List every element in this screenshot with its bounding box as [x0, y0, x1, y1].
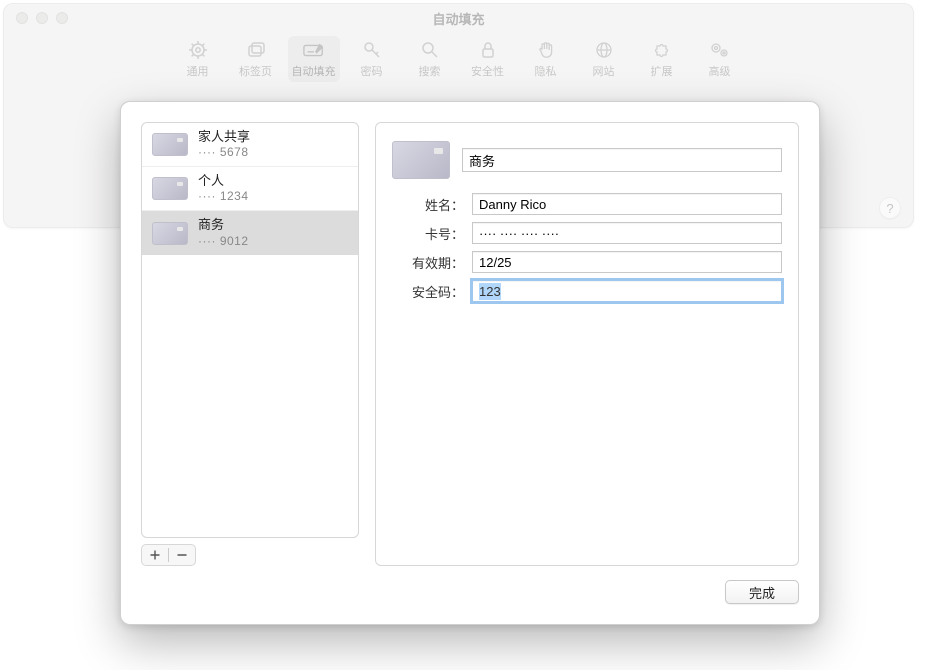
card-list-item[interactable]: 商务 ···· 9012 [142, 211, 358, 255]
autofill-icon [303, 39, 325, 61]
puzzle-icon [651, 39, 673, 61]
card-name: 个人 [198, 173, 249, 189]
card-thumbnail-icon [152, 222, 188, 245]
hand-icon [535, 39, 557, 61]
gear-icon [187, 39, 209, 61]
add-card-button[interactable] [142, 545, 168, 565]
toolbar-label: 高级 [709, 63, 731, 79]
toolbar-item-passwords[interactable]: 密码 [346, 36, 398, 82]
name-label: 姓名： [392, 195, 472, 214]
toolbar-item-autofill[interactable]: 自动填充 [288, 36, 340, 82]
card-list-item[interactable]: 家人共享 ···· 5678 [142, 123, 358, 167]
search-icon [419, 39, 441, 61]
toolbar-label: 密码 [361, 63, 383, 79]
toolbar-item-general[interactable]: 通用 [172, 36, 224, 82]
security-code-input[interactable]: 123 [472, 280, 782, 302]
toolbar-label: 标签页 [239, 63, 272, 79]
globe-icon [593, 39, 615, 61]
expiry-label: 有效期： [392, 253, 472, 272]
toolbar-label: 隐私 [535, 63, 557, 79]
toolbar-item-search[interactable]: 搜索 [404, 36, 456, 82]
card-last4: ···· 5678 [198, 145, 250, 160]
lock-icon [477, 39, 499, 61]
card-description-input[interactable] [462, 148, 782, 172]
card-name: 家人共享 [198, 129, 250, 145]
card-detail-pane: 姓名： 卡号： 有效期： 安全码： 123 [375, 122, 799, 566]
titlebar: 自动填充 [4, 4, 913, 32]
window-title: 自动填充 [4, 9, 913, 28]
toolbar-label: 扩展 [651, 63, 673, 79]
card-thumbnail-icon [152, 133, 188, 156]
cardholder-name-input[interactable] [472, 193, 782, 215]
card-number-input[interactable] [472, 222, 782, 244]
minus-icon [176, 549, 188, 561]
card-last4: ···· 1234 [198, 189, 249, 204]
card-name: 商务 [198, 217, 249, 233]
tabs-icon [245, 39, 267, 61]
done-button[interactable]: 完成 [725, 580, 799, 604]
expiry-input[interactable] [472, 251, 782, 273]
toolbar-item-advanced[interactable]: 高级 [694, 36, 746, 82]
gears-icon [709, 39, 731, 61]
toolbar-item-privacy[interactable]: 隐私 [520, 36, 572, 82]
card-list-item[interactable]: 个人 ···· 1234 [142, 167, 358, 211]
card-thumbnail-large-icon [392, 141, 450, 179]
help-button[interactable]: ? [879, 197, 901, 219]
card-last4: ···· 9012 [198, 234, 249, 249]
remove-card-button[interactable] [169, 545, 195, 565]
toolbar-label: 网站 [593, 63, 615, 79]
toolbar-label: 安全性 [471, 63, 504, 79]
security-code-value: 123 [479, 283, 501, 300]
toolbar-item-websites[interactable]: 网站 [578, 36, 630, 82]
credit-cards-sheet: 家人共享 ···· 5678 个人 ···· 1234 商务 ···· 90 [120, 101, 820, 625]
toolbar-item-extensions[interactable]: 扩展 [636, 36, 688, 82]
card-thumbnail-icon [152, 177, 188, 200]
plus-icon [149, 549, 161, 561]
toolbar-item-security[interactable]: 安全性 [462, 36, 514, 82]
key-icon [361, 39, 383, 61]
card-list: 家人共享 ···· 5678 个人 ···· 1234 商务 ···· 90 [141, 122, 359, 538]
toolbar-label: 搜索 [419, 63, 441, 79]
toolbar-item-tabs[interactable]: 标签页 [230, 36, 282, 82]
cvv-label: 安全码： [392, 282, 472, 301]
toolbar-label: 通用 [187, 63, 209, 79]
toolbar-label: 自动填充 [292, 63, 336, 79]
list-controls [141, 544, 196, 566]
preferences-toolbar: 通用 标签页 自动填充 密码 搜索 [4, 32, 913, 88]
number-label: 卡号： [392, 224, 472, 243]
